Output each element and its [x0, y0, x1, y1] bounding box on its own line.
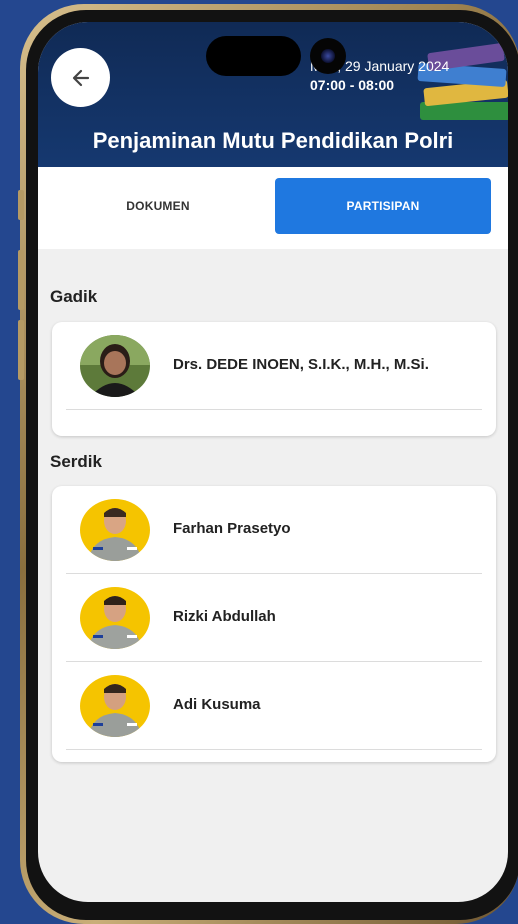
- participant-row[interactable]: Drs. DEDE INOEN, S.I.K., M.H., M.Si.: [52, 322, 496, 410]
- participant-card-gadik: Drs. DEDE INOEN, S.I.K., M.H., M.Si.: [52, 322, 496, 436]
- participant-name: Farhan Prasetyo: [173, 520, 291, 537]
- dynamic-island: [206, 36, 301, 76]
- avatar: [80, 499, 150, 561]
- participant-row[interactable]: Rizki Abdullah: [52, 574, 496, 662]
- avatar: [80, 675, 150, 737]
- participant-name: Drs. DEDE INOEN, S.I.K., M.H., M.Si.: [173, 356, 429, 373]
- avatar: [80, 587, 150, 649]
- participant-row[interactable]: Farhan Prasetyo: [52, 486, 496, 574]
- app-screen: Mon, 29 January 2024 07:00 - 08:00 Penja…: [38, 22, 508, 902]
- event-time: 07:00 - 08:00: [310, 77, 395, 93]
- participant-card-serdik: Farhan Prasetyo Rizki Abdullah Adi Kusum…: [52, 486, 496, 762]
- row-divider: [66, 749, 482, 750]
- tab-dokumen[interactable]: DOKUMEN: [50, 178, 266, 234]
- participant-row[interactable]: Adi Kusuma: [52, 662, 496, 750]
- tab-bar: DOKUMEN PARTISIPAN: [38, 167, 508, 249]
- participant-name: Adi Kusuma: [173, 696, 261, 713]
- back-button[interactable]: [51, 48, 110, 107]
- side-button: [18, 190, 24, 220]
- row-divider: [66, 409, 482, 410]
- books-icon: [417, 43, 508, 120]
- camera-icon: [310, 38, 346, 74]
- participant-name: Rizki Abdullah: [173, 608, 276, 625]
- page-title: Penjaminan Mutu Pendidikan Polri: [92, 128, 454, 153]
- avatar: [80, 335, 150, 397]
- app-header: Mon, 29 January 2024 07:00 - 08:00 Penja…: [38, 22, 508, 184]
- section-label-gadik: Gadik: [50, 287, 98, 306]
- side-button: [18, 320, 24, 380]
- arrow-left-icon: [72, 69, 89, 86]
- tab-partisipan[interactable]: PARTISIPAN: [275, 178, 491, 234]
- section-label-serdik: Serdik: [50, 452, 102, 471]
- side-button: [18, 250, 24, 310]
